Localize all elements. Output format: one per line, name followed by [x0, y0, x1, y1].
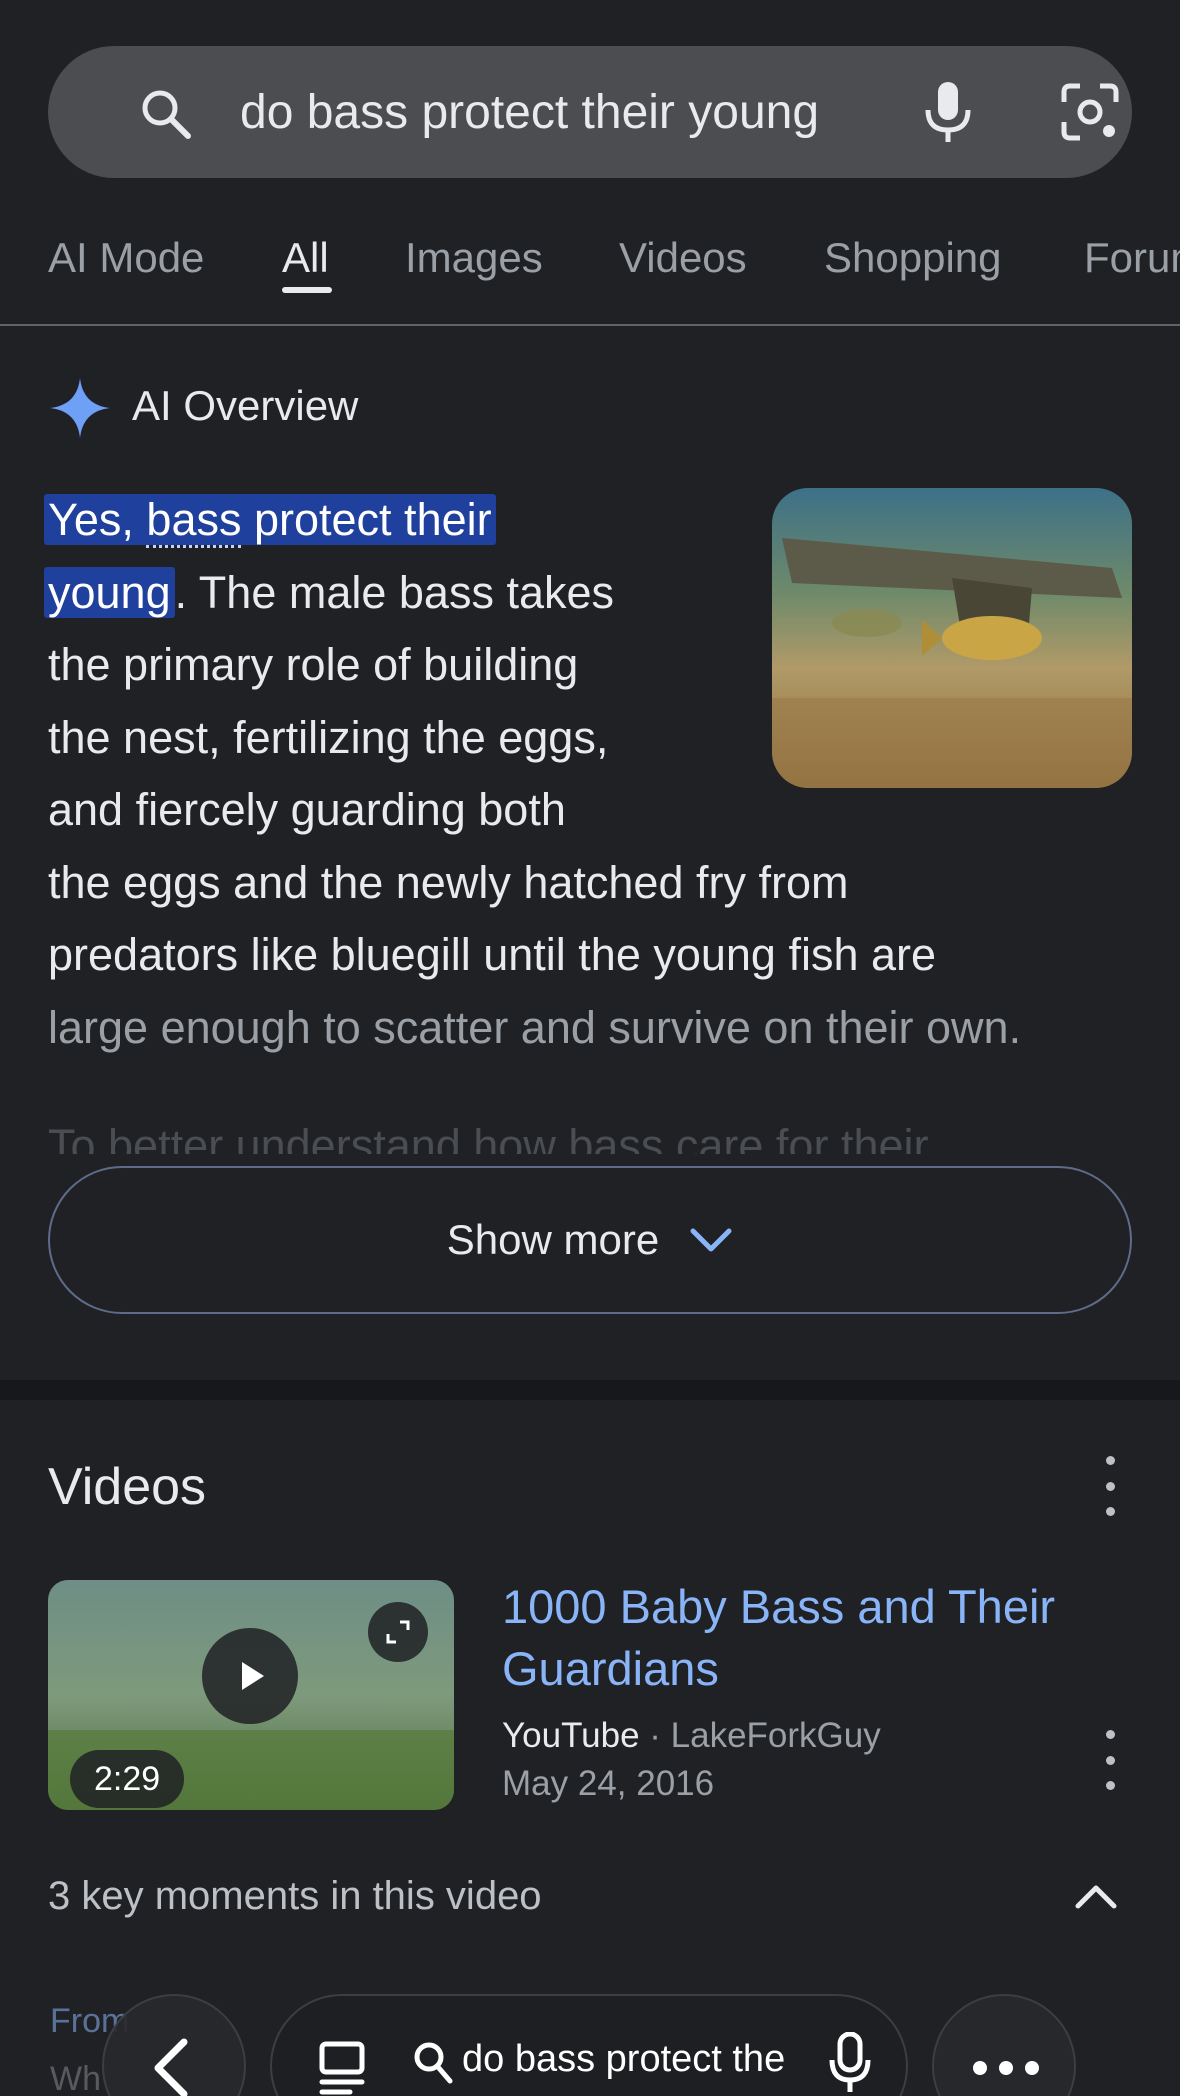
underwater-bass-image: [772, 488, 1132, 788]
more-horizontal-icon: [973, 2061, 1039, 2075]
ai-overview-header: AI Overview: [48, 372, 358, 444]
video-title-link[interactable]: 1000 Baby Bass and Their Guardians: [502, 1576, 1102, 1700]
ai-line-6: the eggs and the newly hatched fry from: [48, 856, 849, 908]
ai-line-9-faded: To better understand how bass care for t…: [48, 1120, 929, 1154]
active-tab-indicator: [282, 287, 332, 293]
search-tabs: AI Mode All Images Videos Shopping Forum…: [0, 210, 1180, 326]
expand-icon: [386, 1620, 410, 1644]
browser-back-button[interactable]: [102, 1994, 246, 2096]
play-button[interactable]: [202, 1628, 298, 1724]
address-search-icon: [414, 2042, 453, 2084]
video-source: YouTube · LakeForkGuy: [502, 1716, 881, 1755]
video-platform: YouTube: [502, 1716, 640, 1755]
bass-definition-link[interactable]: bass: [146, 494, 242, 548]
browser-address-bar[interactable]: do bass protect the: [270, 1994, 908, 2096]
chevron-down-icon: [690, 1228, 732, 1252]
tab-videos[interactable]: Videos: [619, 228, 747, 288]
microphone-icon[interactable]: [920, 80, 976, 144]
address-mic-icon[interactable]: [828, 2032, 872, 2096]
search-bar[interactable]: do bass protect their young: [48, 46, 1132, 178]
tab-forums[interactable]: Forums: [1084, 228, 1180, 288]
section-divider: [0, 1380, 1180, 1400]
tab-images[interactable]: Images: [405, 228, 543, 288]
camera-lens-icon[interactable]: [1060, 82, 1120, 142]
ai-overview-title: AI Overview: [132, 382, 359, 429]
video-date: May 24, 2016: [502, 1764, 715, 1803]
address-bar-query[interactable]: do bass protect the: [462, 2034, 802, 2084]
play-icon: [242, 1662, 264, 1690]
tab-ai-mode[interactable]: AI Mode: [48, 228, 204, 288]
key-moment-peek-subtext: Wh: [50, 2060, 101, 2096]
chevron-up-icon[interactable]: [1074, 1876, 1118, 1916]
tab-shopping[interactable]: Shopping: [824, 228, 1002, 288]
highlighted-answer: Yes, bass protect their: [44, 494, 496, 548]
ai-line-8: large enough to scatter and survive on t…: [48, 1001, 1022, 1053]
back-arrow-icon: [154, 2038, 188, 2096]
video-author: LakeForkGuy: [670, 1716, 881, 1755]
videos-more-options-icon[interactable]: [1100, 1456, 1120, 1516]
highlighted-answer-cont: young: [44, 566, 175, 618]
gemini-sparkle-icon: [50, 378, 110, 438]
tabs-icon[interactable]: [316, 2040, 368, 2096]
ai-line-7: predators like bluegill until the young …: [48, 929, 937, 980]
expand-button[interactable]: [368, 1602, 428, 1662]
search-icon: [142, 90, 191, 139]
key-moments-toggle[interactable]: 3 key moments in this video: [48, 1866, 542, 1926]
videos-section-title: Videos: [48, 1458, 207, 1516]
ai-overview-image[interactable]: [772, 488, 1132, 788]
video-duration: 2:29: [70, 1750, 185, 1808]
show-more-label: Show more: [446, 1216, 660, 1263]
show-more-button[interactable]: Show more: [48, 1166, 1132, 1314]
tab-all[interactable]: All: [282, 228, 329, 288]
search-results-page: do bass protect their young AI Mode All …: [0, 0, 1180, 2096]
video-thumbnail[interactable]: 2:29: [48, 1580, 454, 1810]
video-more-options-icon[interactable]: [1100, 1730, 1120, 1790]
browser-more-button[interactable]: [932, 1994, 1076, 2096]
search-input[interactable]: do bass protect their young: [240, 84, 850, 142]
